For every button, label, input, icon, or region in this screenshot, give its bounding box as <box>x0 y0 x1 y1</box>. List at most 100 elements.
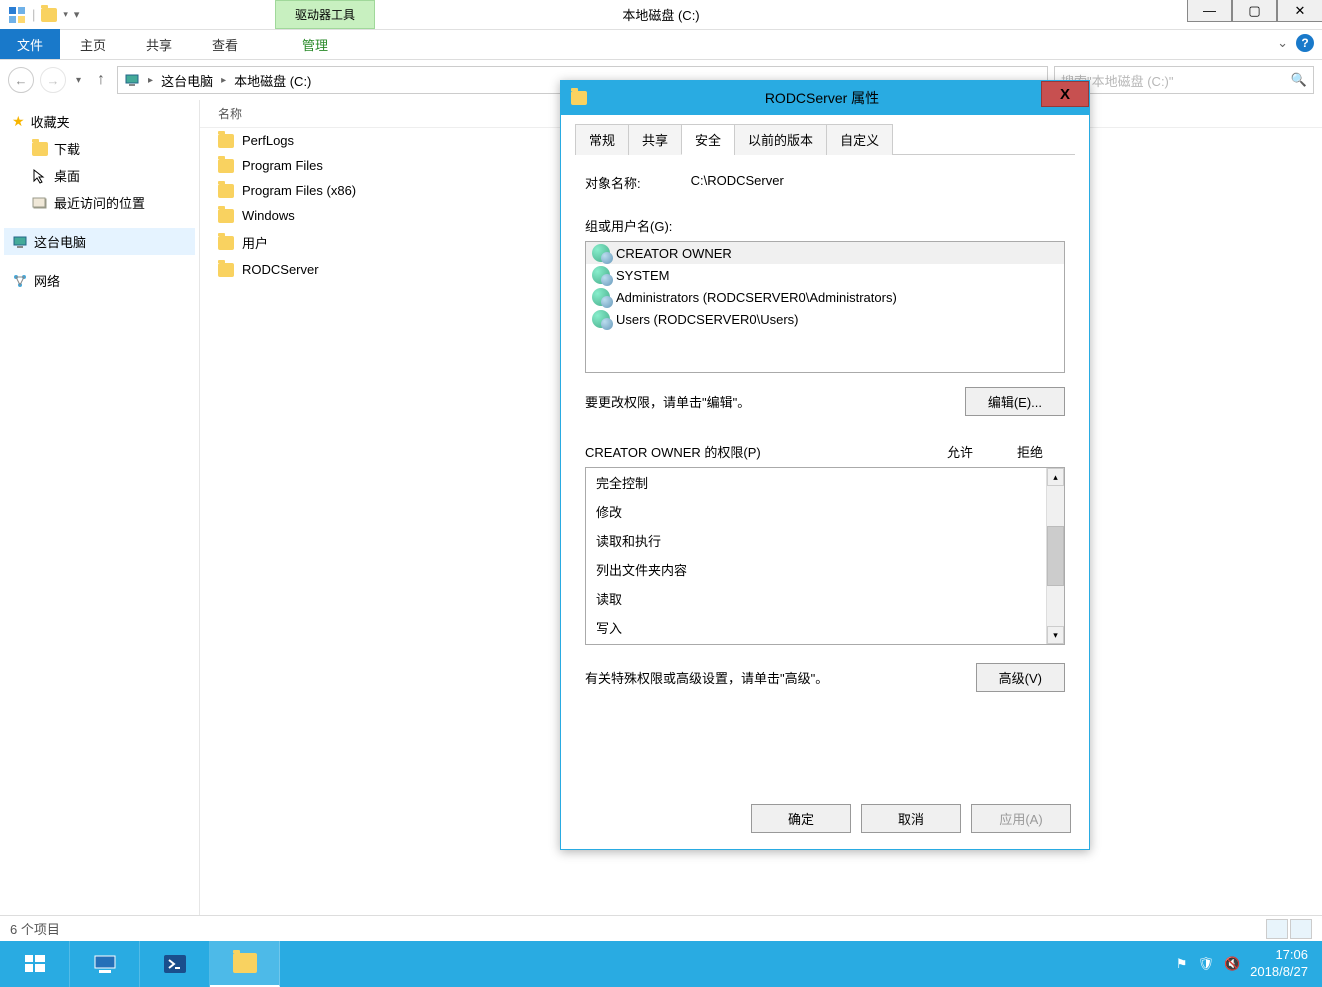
sidebar-item-thispc[interactable]: 这台电脑 <box>4 228 195 255</box>
folder-icon <box>218 184 234 198</box>
close-button[interactable]: ✕ <box>1277 0 1322 22</box>
start-button[interactable] <box>0 941 70 987</box>
tab-sharing[interactable]: 共享 <box>628 124 682 155</box>
file-name: Program Files <box>242 158 323 173</box>
crumb-thispc[interactable]: 这台电脑 <box>161 71 213 90</box>
file-name: Program Files (x86) <box>242 183 356 198</box>
favorites-label: 收藏夹 <box>31 112 70 131</box>
window-title: 本地磁盘 (C:) <box>0 5 1322 24</box>
computer-icon <box>124 72 140 88</box>
scroll-down-button[interactable]: ▾ <box>1047 626 1064 644</box>
cursor-icon <box>32 168 48 184</box>
tray-shield-icon[interactable]: 🛡 <box>1197 956 1214 972</box>
group-name: Users (RODCSERVER0\Users) <box>616 312 799 327</box>
sidebar-item-network[interactable]: 网络 <box>4 267 195 294</box>
sidebar-item-desktop[interactable]: 桌面 <box>4 162 195 189</box>
advanced-hint: 有关特殊权限或高级设置，请单击"高级"。 <box>585 668 828 687</box>
status-bar: 6 个项目 <box>0 915 1322 941</box>
properties-dialog: RODCServer 属性 X 常规 共享 安全 以前的版本 自定义 对象名称:… <box>560 80 1090 850</box>
recent-icon <box>32 195 48 211</box>
tab-customize[interactable]: 自定义 <box>826 124 893 155</box>
item-count: 6 个项目 <box>10 919 60 938</box>
view-tab[interactable]: 查看 <box>192 29 258 59</box>
scroll-thumb[interactable] <box>1047 526 1064 586</box>
details-view-button[interactable] <box>1266 919 1288 939</box>
explorer-taskbar-button[interactable] <box>210 941 280 987</box>
network-icon <box>12 273 28 289</box>
icons-view-button[interactable] <box>1290 919 1312 939</box>
tab-general[interactable]: 常规 <box>575 124 629 155</box>
help-icon[interactable]: ? <box>1296 34 1314 52</box>
crumb-separator[interactable]: ▸ <box>217 75 230 86</box>
search-icon[interactable]: 🔍 <box>1291 72 1307 88</box>
groups-label: 组或用户名(G): <box>585 216 1065 235</box>
minimize-button[interactable]: — <box>1187 0 1232 22</box>
maximize-button[interactable]: ▢ <box>1232 0 1277 22</box>
up-button[interactable]: ↑ <box>91 71 111 89</box>
dialog-tabs: 常规 共享 安全 以前的版本 自定义 <box>575 123 1075 155</box>
history-dropdown[interactable]: ▾ <box>72 75 85 86</box>
share-tab[interactable]: 共享 <box>126 29 192 59</box>
ok-button[interactable]: 确定 <box>751 804 851 833</box>
folder-icon <box>218 209 234 223</box>
crumb-separator[interactable]: ▸ <box>144 75 157 86</box>
forward-button[interactable]: → <box>40 67 66 93</box>
tab-previous[interactable]: 以前的版本 <box>734 124 827 155</box>
tray-volume-icon[interactable]: 🔇 <box>1224 956 1240 972</box>
scrollbar[interactable]: ▴ ▾ <box>1046 468 1064 644</box>
search-input[interactable]: 搜索"本地磁盘 (C:)" 🔍 <box>1054 66 1314 94</box>
group-name: Administrators (RODCSERVER0\Administrato… <box>616 290 897 305</box>
group-name: SYSTEM <box>616 268 669 283</box>
tab-security[interactable]: 安全 <box>681 124 735 155</box>
ribbon-expand-icon[interactable]: ⌄ <box>1277 35 1288 51</box>
sidebar-item-downloads[interactable]: 下载 <box>4 135 195 162</box>
dialog-title-text: RODCServer 属性 <box>595 88 1089 108</box>
dialog-close-button[interactable]: X <box>1041 81 1089 107</box>
system-tray: ⚑ 🛡 🔇 17:06 2018/8/27 <box>1176 947 1322 981</box>
edit-button[interactable]: 编辑(E)... <box>965 387 1065 416</box>
navigation-pane: ★ 收藏夹 下载 桌面 最近访问的位置 这台电脑 网络 <box>0 100 200 915</box>
cancel-button[interactable]: 取消 <box>861 804 961 833</box>
security-pane: 对象名称: C:\RODCServer 组或用户名(G): CREATOR OW… <box>575 155 1075 702</box>
date-text: 2018/8/27 <box>1250 964 1308 981</box>
group-row[interactable]: Administrators (RODCSERVER0\Administrato… <box>586 286 1064 308</box>
tray-flag-icon[interactable]: ⚑ <box>1176 956 1188 972</box>
advanced-button[interactable]: 高级(V) <box>976 663 1065 692</box>
favorites-header[interactable]: ★ 收藏夹 <box>4 108 195 135</box>
folder-icon <box>218 159 234 173</box>
clock[interactable]: 17:06 2018/8/27 <box>1250 947 1308 981</box>
server-manager-button[interactable] <box>70 941 140 987</box>
permissions-listbox: 完全控制修改读取和执行列出文件夹内容读取写入 ▴ ▾ <box>585 467 1065 645</box>
item-label: 这台电脑 <box>34 232 86 251</box>
file-tab[interactable]: 文件 <box>0 29 60 59</box>
back-button[interactable]: ← <box>8 67 34 93</box>
time-text: 17:06 <box>1250 947 1308 964</box>
groups-listbox[interactable]: CREATOR OWNER SYSTEM Administrators (RODCS… <box>585 241 1065 373</box>
apply-button[interactable]: 应用(A) <box>971 804 1071 833</box>
column-name[interactable]: 名称 <box>218 105 442 122</box>
permission-row: 完全控制 <box>586 468 1046 497</box>
group-row[interactable]: Users (RODCSERVER0\Users) <box>586 308 1064 330</box>
scroll-up-button[interactable]: ▴ <box>1047 468 1064 486</box>
permission-row: 列出文件夹内容 <box>586 555 1046 584</box>
group-row[interactable]: CREATOR OWNER <box>586 242 1064 264</box>
folder-icon <box>32 142 48 156</box>
home-tab[interactable]: 主页 <box>60 29 126 59</box>
folder-icon <box>218 263 234 277</box>
dialog-titlebar[interactable]: RODCServer 属性 X <box>561 81 1089 115</box>
powershell-button[interactable] <box>140 941 210 987</box>
file-name: RODCServer <box>242 262 319 277</box>
object-label: 对象名称: <box>585 173 641 192</box>
folder-icon <box>218 236 234 250</box>
crumb-drive[interactable]: 本地磁盘 (C:) <box>234 71 311 90</box>
group-row[interactable]: SYSTEM <box>586 264 1064 286</box>
sidebar-item-recent[interactable]: 最近访问的位置 <box>4 189 195 216</box>
group-icon <box>592 288 610 306</box>
dialog-body: 常规 共享 安全 以前的版本 自定义 对象名称: C:\RODCServer 组… <box>561 115 1089 849</box>
computer-icon <box>12 234 28 250</box>
dialog-button-row: 确定 取消 应用(A) <box>751 804 1071 833</box>
manage-tab[interactable]: 管理 <box>282 29 348 59</box>
permission-row: 读取和执行 <box>586 526 1046 555</box>
view-switcher <box>1266 919 1312 939</box>
file-name: 用户 <box>242 233 268 252</box>
